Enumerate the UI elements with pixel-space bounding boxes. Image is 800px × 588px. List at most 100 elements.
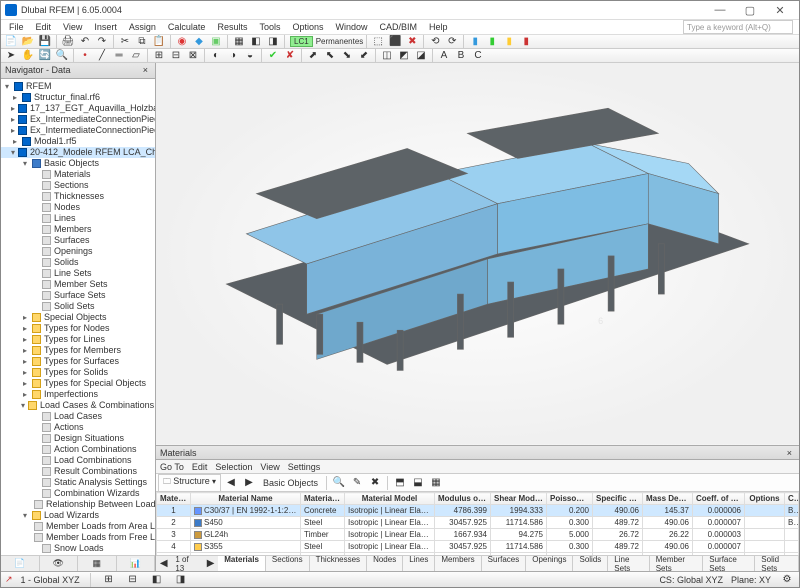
tool-icon[interactable]: ◪ (413, 49, 429, 63)
table-row[interactable]: 2S450SteelIsotropic | Linear Elastic3045… (157, 517, 799, 529)
panel-goto[interactable]: Go To (160, 462, 184, 472)
tool-icon[interactable]: ✎ (349, 475, 365, 491)
tab-prev-icon[interactable]: ◀ (156, 556, 171, 572)
tree-item[interactable]: Snow Loads (1, 543, 155, 554)
tree-item[interactable]: Surface Sets (1, 290, 155, 301)
tool-icon[interactable]: ▶ (241, 475, 257, 491)
viewport-3d[interactable]: 6 (156, 63, 799, 445)
print-icon[interactable]: 🖨 (60, 35, 76, 49)
tool-icon[interactable]: ⬓ (410, 475, 426, 491)
tool-icon[interactable]: ⟳ (444, 35, 460, 49)
tree-item[interactable]: Result Combinations (1, 466, 155, 477)
tool-icon[interactable]: ◐ (208, 49, 224, 63)
panel-tab[interactable]: Materials (218, 555, 266, 571)
tree-item[interactable]: ▸Special Objects (1, 312, 155, 323)
tree-item[interactable]: Lines (1, 213, 155, 224)
tool-icon[interactable]: ⬊ (339, 49, 355, 63)
undo-icon[interactable]: ↶ (77, 35, 93, 49)
menu-view[interactable]: View (57, 20, 88, 34)
cut-icon[interactable]: ✂ (117, 35, 133, 49)
tree-item[interactable]: ▸Structur_final.rf6 (1, 92, 155, 103)
navigator-tree[interactable]: ▾RFEM▸Structur_final.rf6▸17_137_EGT_Aqua… (1, 79, 155, 555)
panel-tab[interactable]: Surfaces (482, 555, 527, 571)
tree-item[interactable]: Design Situations (1, 433, 155, 444)
tool-icon[interactable]: ◨ (265, 35, 281, 49)
table-row[interactable]: 4S355SteelIsotropic | Linear Elastic3045… (157, 541, 799, 553)
tool-icon[interactable]: ◧ (149, 572, 165, 588)
cursor-icon[interactable]: ➤ (3, 49, 19, 63)
close-button[interactable]: ✕ (765, 1, 795, 19)
menu-calculate[interactable]: Calculate (162, 20, 212, 34)
surface-icon[interactable]: ▱ (128, 49, 144, 63)
tree-item[interactable]: Load Combinations (1, 455, 155, 466)
panel-settings[interactable]: Settings (288, 462, 321, 472)
tool-icon[interactable]: ◧ (248, 35, 264, 49)
open-icon[interactable]: 📂 (20, 35, 36, 49)
tool-icon[interactable]: ⬛ (387, 35, 403, 49)
materials-table[interactable]: Material No.Material NameMaterial TypeMa… (156, 492, 799, 555)
lc-tag[interactable]: LC1 (290, 36, 313, 47)
panel-tab[interactable]: Sections (266, 555, 310, 571)
tool-icon[interactable]: ⊞ (101, 572, 117, 588)
tree-item[interactable]: Solid Sets (1, 301, 155, 312)
panel-tab[interactable]: Surface Sets (703, 555, 755, 571)
tree-item[interactable]: ▾20-412_Modele RFEM LCA_Charpente GS.rf5… (1, 147, 155, 158)
tool-icon[interactable]: ⬉ (322, 49, 338, 63)
tool-icon[interactable]: ⊠ (185, 49, 201, 63)
tree-item[interactable]: Solids (1, 257, 155, 268)
tree-item[interactable]: ▸Imperfections (1, 389, 155, 400)
tool-icon[interactable]: 🔍 (331, 475, 347, 491)
tree-item[interactable]: ▸Types for Nodes (1, 323, 155, 334)
tool-icon[interactable]: B (453, 49, 469, 63)
nav-tab-data[interactable]: 📄 (1, 556, 40, 571)
panel-selection[interactable]: Selection (215, 462, 252, 472)
tree-item[interactable]: ▸Ex_IntermediateConnectionPiece.rf6 (1, 114, 155, 125)
pan-icon[interactable]: ✋ (20, 49, 36, 63)
tool-icon[interactable]: ⬈ (305, 49, 321, 63)
panel-tab[interactable]: Openings (526, 555, 573, 571)
tool-icon[interactable]: ⬋ (356, 49, 372, 63)
panel-edit[interactable]: Edit (192, 462, 208, 472)
tree-item[interactable]: Relationship Between Load Cases (1, 499, 155, 510)
tool-icon[interactable]: ⬒ (392, 475, 408, 491)
menu-results[interactable]: Results (211, 20, 253, 34)
tool-icon[interactable]: ◩ (396, 49, 412, 63)
tree-item[interactable]: Action Combinations (1, 444, 155, 455)
tree-item[interactable]: Static Analysis Settings (1, 477, 155, 488)
menu-insert[interactable]: Insert (88, 20, 123, 34)
tool-icon[interactable]: ⚙ (779, 572, 795, 588)
tool-icon[interactable]: ◀ (223, 475, 239, 491)
tool-icon[interactable]: ◒ (242, 49, 258, 63)
tab-next-icon[interactable]: ▶ (203, 556, 218, 572)
tree-item[interactable]: ▸Types for Special Objects (1, 378, 155, 389)
tree-item[interactable]: ▸Types for Members (1, 345, 155, 356)
tool-icon[interactable]: ▦ (428, 475, 444, 491)
tool-icon[interactable]: ✖ (367, 475, 383, 491)
tree-item[interactable]: ▾Load Wizards (1, 510, 155, 521)
tree-item[interactable]: Sections (1, 180, 155, 191)
tree-item[interactable]: Actions (1, 422, 155, 433)
tree-item[interactable]: ▸Ex_IntermediateConnectionPiece-SteelJoi… (1, 125, 155, 136)
panel-tab[interactable]: Line Sets (608, 555, 649, 571)
member-icon[interactable]: ═ (111, 49, 127, 63)
panel-tab[interactable]: Thicknesses (310, 555, 367, 571)
menu-help[interactable]: Help (423, 20, 454, 34)
table-row[interactable]: 1C30/37 | EN 1992-1-1:2004/AConcreteIsot… (157, 505, 799, 517)
minimize-button[interactable]: — (705, 1, 735, 19)
nav-tab-display[interactable]: 👁 (40, 556, 79, 571)
tool-icon[interactable]: ▮ (467, 35, 483, 49)
tool-icon[interactable]: ◉ (174, 35, 190, 49)
menu-cadbim[interactable]: CAD/BIM (374, 20, 424, 34)
search-input[interactable]: Type a keyword (Alt+Q) (683, 20, 793, 34)
panel-view[interactable]: View (260, 462, 279, 472)
copy-icon[interactable]: ⧉ (134, 35, 150, 49)
tree-item[interactable]: ▸17_137_EGT_Aquavilla_Holzbau-ModelB.rf6 (1, 103, 155, 114)
tool-icon[interactable]: C (470, 49, 486, 63)
tree-item[interactable]: ▾RFEM (1, 81, 155, 92)
menu-tools[interactable]: Tools (253, 20, 286, 34)
tree-item[interactable]: Nodes (1, 202, 155, 213)
paste-icon[interactable]: 📋 (151, 35, 167, 49)
tool-icon[interactable]: ◨ (173, 572, 189, 588)
tree-item[interactable]: Openings (1, 246, 155, 257)
panel-tab[interactable]: Member Sets (650, 555, 704, 571)
